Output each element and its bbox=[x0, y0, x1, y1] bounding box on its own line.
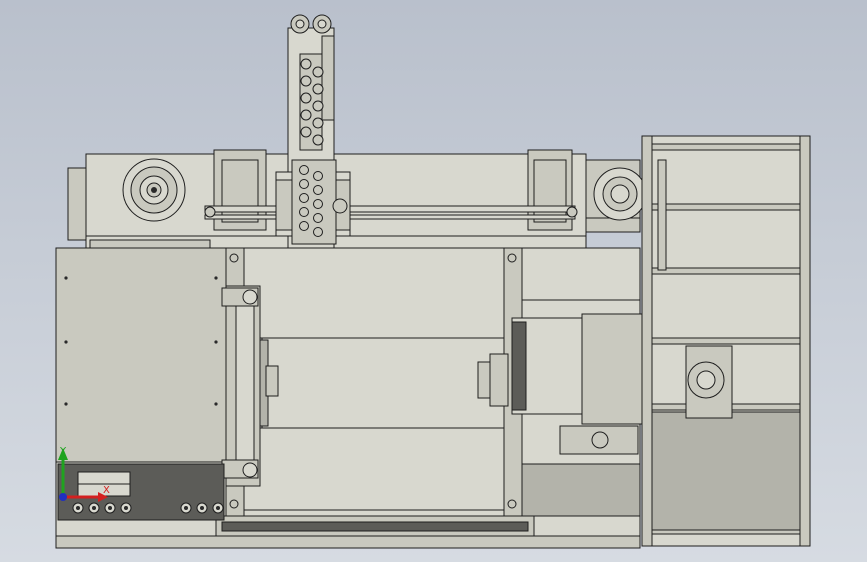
right-pulley bbox=[593, 167, 647, 221]
x-axis-label: X bbox=[103, 485, 110, 496]
left-spindle-housing bbox=[122, 158, 186, 222]
cad-viewport[interactable]: Y X bbox=[0, 0, 867, 562]
machine-drawing: Y X bbox=[55, 14, 811, 549]
work-shaft bbox=[255, 337, 509, 429]
left-flange-assembly bbox=[221, 285, 261, 487]
y-axis-label: Y bbox=[59, 446, 67, 457]
control-panel bbox=[57, 463, 225, 521]
right-frame-rack bbox=[641, 135, 811, 547]
